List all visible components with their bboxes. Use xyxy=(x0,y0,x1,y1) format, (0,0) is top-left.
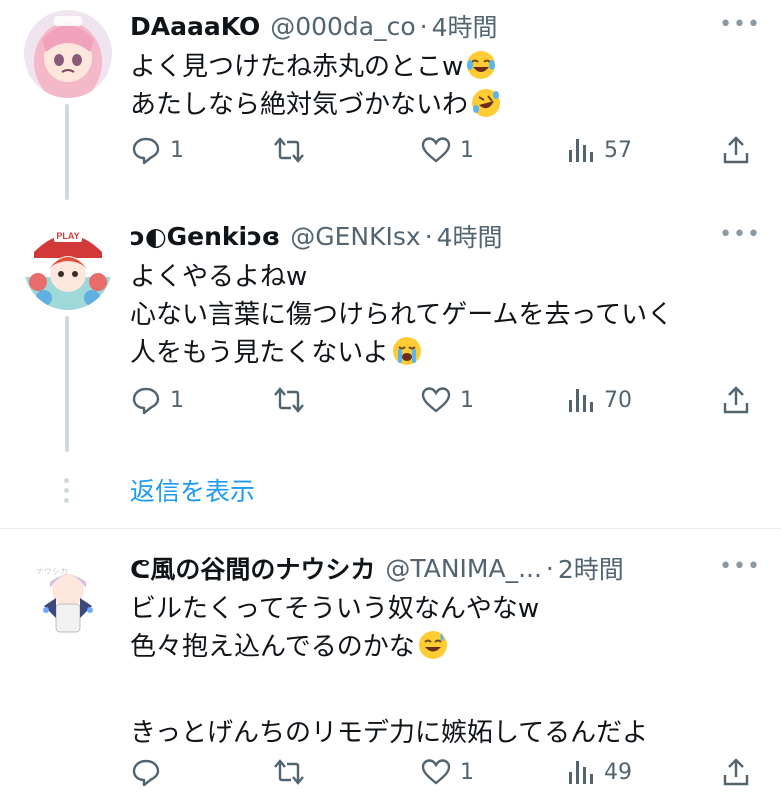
share-icon xyxy=(723,136,749,164)
avatar[interactable] xyxy=(24,10,112,98)
sweat-smile-emoji xyxy=(418,631,447,659)
retweet-icon xyxy=(274,137,304,163)
display-name[interactable]: ↄ◐Genkiↄɞ xyxy=(130,222,280,251)
like-button[interactable]: 1 xyxy=(420,384,474,416)
views-button[interactable]: 70 xyxy=(566,384,632,416)
tweet-text: よくやるよねw 心ない言葉に傷つけられてゲームを去っていく 人をもう見たくないよ xyxy=(130,258,761,372)
reply-button[interactable]: 1 xyxy=(130,384,184,416)
tweet-text: ビルたくってそういう奴なんやなw 色々抱え込んでるのかな きっとげんちのリモデ力… xyxy=(130,590,761,752)
tweet-line: 心ない言葉に傷つけられてゲームを去っていく xyxy=(130,300,674,330)
separator-dot: · xyxy=(419,11,428,41)
user-handle[interactable]: @GENKIsx xyxy=(290,222,420,251)
thread-line xyxy=(65,316,69,452)
more-options-icon[interactable]: ••• xyxy=(719,554,761,579)
view-count: 49 xyxy=(604,759,632,785)
share-button[interactable] xyxy=(720,384,752,416)
retweet-button[interactable] xyxy=(272,756,314,788)
thread-dots xyxy=(64,478,69,508)
views-button[interactable]: 57 xyxy=(566,134,632,166)
svg-text:PLAY: PLAY xyxy=(56,231,79,241)
tweet-header: ↄ◐Genkiↄɞ @GENKIsx · 4時間 ••• xyxy=(130,214,761,258)
views-chart-icon xyxy=(569,761,593,784)
tweet-header: DAaaaKO @000da_co · 4時間 ••• xyxy=(130,4,761,48)
reply-icon xyxy=(132,137,160,165)
views-chart-icon xyxy=(569,389,593,412)
tweet-line: ビルたくってそういう奴なんやなw xyxy=(130,594,540,624)
avatar[interactable]: ナウシカ xyxy=(24,554,112,642)
reply-count: 1 xyxy=(170,387,184,413)
share-button[interactable] xyxy=(720,134,752,166)
rolling-laughing-emoji xyxy=(472,89,501,117)
tweet-line: あたしなら絶対気づかないわ xyxy=(130,90,469,120)
like-count: 1 xyxy=(460,759,474,785)
share-icon xyxy=(723,386,749,414)
reply-button[interactable]: 1 xyxy=(130,134,184,166)
more-options-icon[interactable]: ••• xyxy=(719,222,761,247)
laughing-tears-emoji xyxy=(467,51,496,79)
show-replies-link[interactable]: 返信を表示 xyxy=(130,472,255,508)
reply-count: 1 xyxy=(170,137,184,163)
heart-icon xyxy=(421,759,451,785)
reply-button[interactable] xyxy=(130,756,170,788)
retweet-icon xyxy=(274,759,304,785)
retweet-button[interactable] xyxy=(272,384,314,416)
like-count: 1 xyxy=(460,137,474,163)
timestamp[interactable]: 4時間 xyxy=(437,218,503,254)
tweet-3[interactable]: ナウシカ ᕦ風の谷間のナウシカ @TANIMA_... · 2時間 ••• ビル… xyxy=(0,530,781,800)
user-handle[interactable]: @000da_co xyxy=(270,12,415,41)
divider xyxy=(0,528,781,529)
svg-text:ナウシカ: ナウシカ xyxy=(36,567,68,576)
heart-icon xyxy=(421,387,451,413)
retweet-icon xyxy=(274,387,304,413)
tweet-line: きっとげんちのリモデ力に嫉妬してるんだよ xyxy=(130,718,649,748)
like-button[interactable]: 1 xyxy=(420,756,474,788)
tweet-text: よく見つけたね赤丸のとこw あたしなら絶対気づかないわ xyxy=(130,48,761,124)
display-name[interactable]: DAaaaKO xyxy=(130,12,260,41)
view-count: 70 xyxy=(604,387,632,413)
timestamp[interactable]: 4時間 xyxy=(432,8,498,44)
share-icon xyxy=(723,758,749,786)
tweet-header: ᕦ風の谷間のナウシカ @TANIMA_... · 2時間 ••• xyxy=(130,546,761,590)
user-handle[interactable]: @TANIMA_... xyxy=(385,554,542,583)
tweet-2[interactable]: PLAY ↄ◐Genkiↄɞ @GENKIsx · 4時間 ••• よくやるよね… xyxy=(0,200,781,462)
tweet-line: 人をもう見たくないよ xyxy=(130,338,389,368)
share-button[interactable] xyxy=(720,756,752,788)
views-button[interactable]: 49 xyxy=(566,756,632,788)
reply-icon xyxy=(132,387,160,415)
tweet-1[interactable]: DAaaaKO @000da_co · 4時間 ••• よく見つけたね赤丸のとこ… xyxy=(0,0,781,200)
tweet-line: よくやるよねw xyxy=(130,262,308,292)
separator-dot: · xyxy=(545,553,554,583)
separator-dot: · xyxy=(424,221,433,251)
avatar[interactable]: PLAY xyxy=(24,222,112,310)
tweet-line: 色々抱え込んでるのかな xyxy=(130,632,415,662)
timestamp[interactable]: 2時間 xyxy=(558,550,624,586)
retweet-button[interactable] xyxy=(272,134,314,166)
thread-line xyxy=(65,104,69,200)
view-count: 57 xyxy=(604,137,632,163)
like-count: 1 xyxy=(460,387,474,413)
display-name[interactable]: ᕦ風の谷間のナウシカ xyxy=(130,550,375,586)
more-options-icon[interactable]: ••• xyxy=(719,12,761,37)
tweet-line: よく見つけたね赤丸のとこw xyxy=(130,52,464,82)
reply-icon xyxy=(132,759,160,787)
heart-icon xyxy=(421,137,451,163)
views-chart-icon xyxy=(569,139,593,162)
like-button[interactable]: 1 xyxy=(420,134,474,166)
crying-emoji xyxy=(392,337,421,365)
